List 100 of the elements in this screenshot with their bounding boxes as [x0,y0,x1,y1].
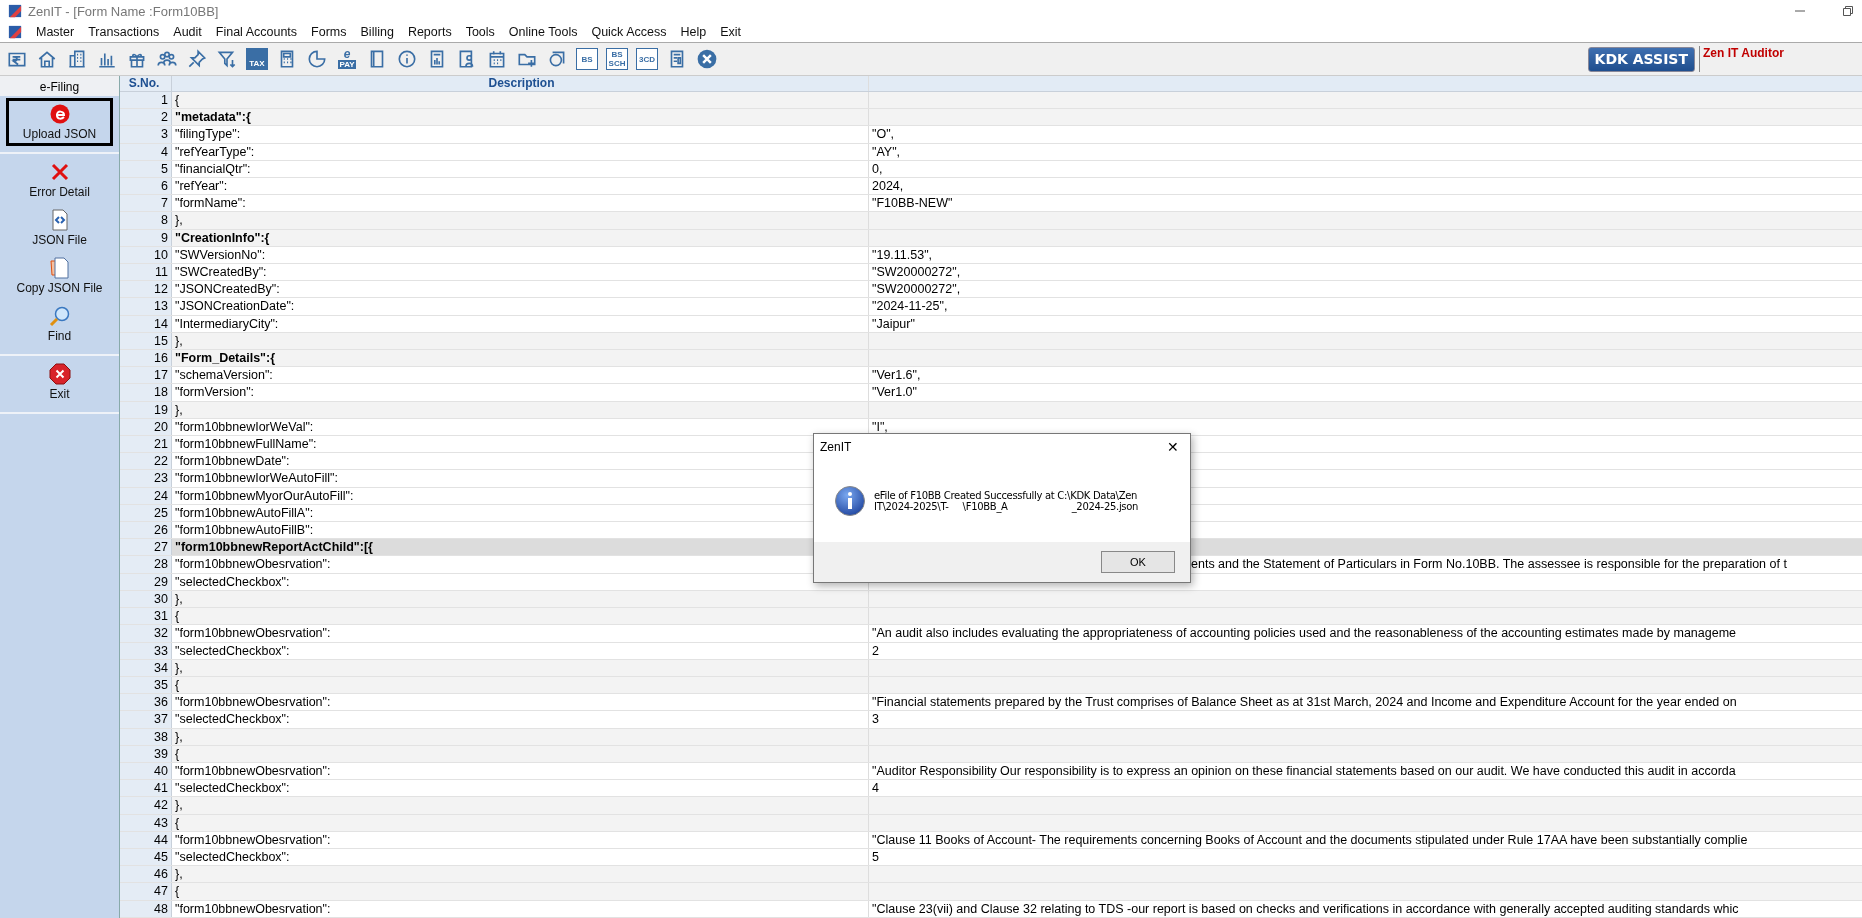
row-number: 27 [154,539,168,556]
menu-item[interactable]: Final Accounts [215,25,298,39]
product-label: Zen IT Auditor [1699,46,1858,72]
row-number: 10 [154,246,168,264]
table-cell: "form10bbnewAutoFillA": [175,505,314,520]
table-row[interactable]: 8 }, [120,212,1862,230]
table-cell: }, [175,660,183,675]
menu-item[interactable]: Exit [720,25,741,39]
app-logo-icon [8,25,22,39]
sidebar-item[interactable]: Error Detail [6,156,113,204]
info-icon [834,485,866,517]
menu-item[interactable]: Help [680,25,707,39]
table-row[interactable]: 2 "metadata":{ [120,109,1862,127]
table-cell: "refYearType": [175,144,255,159]
table-cell: 2 [872,643,879,658]
table-row[interactable]: 42 }, [120,797,1862,815]
row-number: 3 [161,126,168,143]
table-row[interactable]: 36 "form10bbnewObesrvation": "Financial statements prepared by the Trust comprises of Balance Sheet as at 31st March, 2024 and Income and Expenditure Account for the year ended on [120,694,1862,712]
table-cell: "AY", [872,144,901,159]
table-cell: "selectedCheckbox": [175,643,290,658]
table-row[interactable]: 41 "selectedCheckbox": 4 [120,780,1862,798]
assist-button[interactable]: KDK ASSIST [1587,46,1695,72]
toolbar-button[interactable]: TAX [246,48,268,70]
sidebar-item[interactable]: Find [6,300,113,348]
row-number: 40 [154,762,168,780]
menu-item[interactable]: Transactions [88,25,160,39]
menu-item[interactable]: Billing [360,25,394,39]
table-row[interactable]: 18 "formVersion": "Ver1.0" [120,384,1862,402]
table-cell: "metadata":{ [175,110,251,125]
table-cell: { [175,609,180,624]
table-row[interactable]: 12 "JSONCreatedBy": "SW20000272", [120,281,1862,299]
table-row[interactable]: 32 "form10bbnewObesrvation": "An audit also includes evaluating the appropriateness of accounting policies used and the reasonableness of the accounting estimates made by manageme [120,625,1862,643]
menu-item[interactable]: Audit [173,25,202,39]
table-cell: "refYear": [175,179,228,193]
stop-icon [48,363,71,385]
e-badge-icon [48,103,71,125]
row-number: 47 [154,883,168,900]
row-number: 20 [154,418,168,436]
row-number: 14 [154,315,168,332]
table-row[interactable]: 31 { [120,608,1862,626]
toolbar-button[interactable]: 3CD [636,48,658,70]
table-cell: "I", [872,419,888,434]
table-cell: 2024, [872,179,904,193]
table-cell: }, [175,333,183,348]
row-number: 32 [154,625,168,642]
toolbar-button[interactable]: BS [576,48,598,70]
close-button[interactable]: ✕ [1156,434,1190,460]
table-cell: }, [175,867,183,882]
row-number: 31 [154,608,168,625]
table-row[interactable]: 46 }, [120,866,1862,884]
table-row[interactable]: 37 "selectedCheckbox": 3 [120,711,1862,729]
table-cell: "form10bbnewObesrvation": [175,832,331,847]
table-row[interactable]: 47 { [120,883,1862,901]
row-number: 13 [154,298,168,315]
sidebar-item[interactable]: Copy JSON File [6,252,113,300]
table-cell: "Financial statements prepared by the Trust comprises of Balance Sheet as at 31st March, 2024 and Income and Expenditure Account for the year ended on [872,695,1737,710]
menu-item[interactable]: Quick Access [591,25,667,39]
table-row[interactable]: 13 "JSONCreationDate": "2024-11-25", [120,298,1862,316]
table-cell: "form10bbnewObesrvation": [175,626,331,641]
table-row[interactable]: 11 "SWCreatedBy": "SW20000272", [120,264,1862,282]
row-number: 45 [154,848,168,866]
restore-icon[interactable] [1842,5,1854,17]
toolbar-button[interactable]: e PAY [334,46,360,72]
row-number: 33 [154,642,168,659]
menu-item[interactable]: Reports [407,25,452,39]
table-cell: "SWVersionNo": [175,247,266,262]
row-number: 16 [154,350,168,367]
menu-item[interactable]: Tools [465,25,495,39]
sidebar-item[interactable]: Exit [6,358,113,406]
table-cell: "SWCreatedBy": [175,265,267,280]
row-number: 1 [161,92,168,109]
table-cell: "F10BB-NEW" [872,196,953,211]
sidebar-item[interactable]: JSON File [6,204,113,252]
table-cell: 3 [872,712,879,727]
table-cell: "form10bbnewDate": [175,454,290,469]
menu-item[interactable]: Forms [311,25,347,39]
table-cell: "JSONCreationDate": [175,299,295,314]
table-row[interactable]: 7 "formName": "F10BB-NEW" [120,195,1862,213]
table-cell: "form10bbnewFullName": [175,437,317,452]
table-cell: "formName": [175,196,246,211]
table-cell: }, [175,213,183,228]
menu-item[interactable]: Online Tools [508,25,578,39]
row-number: 37 [154,711,168,728]
table-row[interactable]: 1 { [120,92,1862,110]
row-number: 5 [161,160,168,177]
row-number: 9 [161,229,168,246]
table-row[interactable]: 17 "schemaVersion": "Ver1.6", [120,367,1862,385]
app-logo-icon [8,4,22,18]
table-cell: "form10bbnewObesrvation": [175,763,331,778]
toolbar-button[interactable]: BS SCH [606,48,628,70]
table-row[interactable]: 6 "refYear": 2024, [120,178,1862,196]
table-row[interactable]: 16 "Form_Details":{ [120,350,1862,368]
menu-item[interactable]: Master [36,25,75,39]
row-number: 39 [154,745,168,762]
sidebar-item[interactable]: Upload JSON [6,98,113,146]
table-cell: "form10bbnewIorWeAutoFill": [175,471,338,486]
magnifier-icon [48,305,71,327]
table-row[interactable]: 3 "filingType": "O", [120,126,1862,144]
ok-button[interactable]: OK [1101,551,1175,573]
row-number: 26 [154,522,168,539]
